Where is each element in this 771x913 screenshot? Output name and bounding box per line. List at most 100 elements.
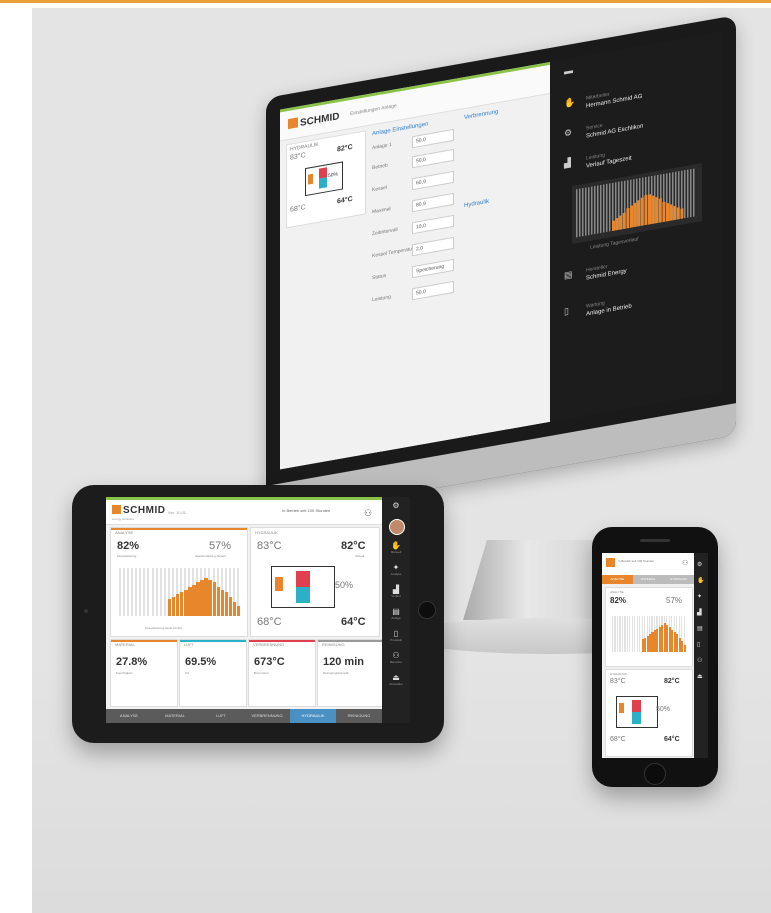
chart-grid-bar	[155, 568, 158, 616]
chart-grid-bar	[582, 188, 584, 237]
chart-grid-bar	[594, 185, 596, 235]
phone-speaker	[640, 539, 670, 542]
chart-grid-bar	[119, 568, 122, 616]
desktop-monitor: SCHMID Einstellungen Anlage HYDRAULIK 83…	[266, 15, 736, 519]
chart-bar	[192, 584, 196, 616]
avatar[interactable]	[389, 519, 405, 535]
document-icon: ▯	[393, 629, 399, 638]
info-icon: ▤	[564, 268, 573, 281]
chart-bar	[171, 596, 176, 616]
field-input[interactable]: 2,0	[412, 236, 454, 257]
kpi-card[interactable]: LUFT 69.5% O2	[179, 639, 247, 707]
user-menu-icon[interactable]: ⚇	[364, 508, 372, 519]
user-menu-icon[interactable]: ⚇	[682, 559, 688, 567]
tab-analyse[interactable]: ANALYSE	[602, 575, 633, 584]
field-input[interactable]: Speicherung	[412, 258, 454, 279]
version-label: Ver. 10.01	[168, 510, 187, 515]
tablet-home-button[interactable]	[418, 601, 436, 619]
field-input[interactable]: 10,0	[412, 214, 454, 235]
breadcrumb[interactable]: Einstellungen Anlage	[350, 103, 397, 117]
tab-analyse[interactable]: ANALYSE	[106, 709, 152, 723]
tab-material[interactable]: MATERIAL	[633, 575, 664, 584]
analyse-card[interactable]: ANALYSE 82% 57%	[605, 587, 693, 667]
card-title: HYDRAULIK	[255, 530, 278, 535]
field-label: Anlage 1	[372, 141, 392, 152]
field-label: Status	[372, 272, 387, 282]
chart-bar	[626, 207, 630, 229]
chart-grid-bar	[163, 568, 166, 616]
sidebar-item[interactable]: ▤ Anlage	[382, 607, 410, 620]
chart-grid-bar	[585, 187, 587, 236]
sidebar-item[interactable]: ✋ Manuell	[382, 541, 410, 554]
tab-verbrennung[interactable]: Verbrennung	[464, 109, 498, 121]
sidebar-icon[interactable]: ▟	[697, 609, 702, 616]
chart-grid-bar	[147, 568, 150, 616]
sidebar-item[interactable]: ▟ Verlauf	[382, 585, 410, 598]
sidebar-icon[interactable]: ✦	[697, 593, 702, 600]
field-input[interactable]: 50,0	[412, 280, 454, 301]
storage-diagram	[616, 696, 658, 728]
phone-header: In Betrieb seit 100 Stunden ⚇	[602, 553, 694, 576]
chart-bar	[615, 217, 619, 231]
chart-grid-bar	[636, 616, 638, 652]
sidebar-icon[interactable]: ⚇	[697, 657, 702, 664]
card-title: ANALYSE	[115, 530, 134, 535]
sidebar-icon[interactable]: ⚙	[697, 561, 702, 568]
chart-grid-bar	[579, 188, 581, 237]
logout-icon: ⏏	[392, 673, 400, 682]
field-input[interactable]: 60,9	[412, 170, 454, 191]
field-input[interactable]: 50,0	[412, 148, 454, 169]
tab-hydraulik[interactable]: HYDRAULIK	[663, 575, 694, 584]
chart-bar	[673, 205, 677, 221]
info-icon: ▯	[564, 305, 569, 317]
sidebar-icon[interactable]: ▤	[697, 625, 703, 632]
tab-reinigung[interactable]: REINIGUNG	[336, 709, 382, 723]
field-input[interactable]: 80,9	[412, 192, 454, 213]
chart-grid-bar	[693, 168, 695, 217]
chart-bar	[204, 577, 208, 616]
kpi-card[interactable]: REINIGUNG 120 min Reinigungsintervall	[317, 639, 385, 707]
phone-sidebar: ⚙ ✋ ✦ ▟ ▤ ▯ ⚇ ⏏	[694, 553, 708, 758]
sidebar-item[interactable]: ⏏ Abmelden	[382, 673, 410, 686]
sidebar-icon[interactable]: ▯	[697, 641, 700, 648]
sidebar-item[interactable]: ✦ Analyse	[382, 563, 410, 576]
sidebar-icon[interactable]: ⏏	[697, 673, 703, 680]
analyse-card[interactable]: ANALYSE 82% Kesselleistung 57% Speicherl…	[110, 527, 248, 637]
chart-bar	[236, 606, 241, 616]
hydraulik-widget[interactable]: HYDRAULIK 83°C 82°C 50% 68°C 64°C	[286, 130, 366, 229]
chart-bar	[224, 592, 229, 616]
chart-grid-bar	[639, 616, 641, 652]
sidebar-item[interactable]: ⚇ Benutzer	[382, 651, 410, 664]
chart-bar	[196, 582, 200, 616]
sidebar-item[interactable]: ⚙	[382, 501, 410, 510]
sidebar-icon[interactable]: ✋	[697, 577, 704, 584]
tab-verbrennung[interactable]: VERBRENNUNG	[244, 709, 290, 723]
chart-grid-bar	[603, 184, 605, 233]
user-icon: ⚇	[392, 651, 400, 660]
kpi-card[interactable]: VERBRENNUNG 673°C Brennraum	[248, 639, 316, 707]
chart-bar	[637, 200, 641, 227]
info-icon: ▟	[564, 157, 571, 169]
chart-grid-bar	[127, 568, 130, 616]
tablet-sidebar: ⚙ ✋ Manuell ✦ Analyse ▟ Verlauf ▤ Anlage ▯ Protoko…	[382, 497, 410, 723]
tab-luft[interactable]: LUFT	[198, 709, 244, 723]
hydraulik-card[interactable]: HYDRAULIK 83°C 82°C Vorlauf 50% 68°C 64°…	[250, 527, 380, 637]
sidebar-item[interactable]: ▯ Protokoll	[382, 629, 410, 642]
load-bar-chart	[612, 616, 686, 652]
chart-grid-bar	[131, 568, 134, 616]
chart-grid-bar	[576, 189, 578, 238]
tab-hydraulik[interactable]: Hydraulik	[464, 199, 489, 209]
tab-material[interactable]: MATERIAL	[152, 709, 198, 723]
chart-grid-bar	[624, 616, 626, 652]
kpi-card[interactable]: MATERIAL 27.8% Feuchtigkeit	[110, 639, 178, 707]
chart-grid-bar	[684, 170, 686, 219]
tab-hydraulik[interactable]: HYDRAULIK	[290, 709, 336, 723]
chart-grid-bar	[687, 169, 689, 218]
field-label: Kessel	[372, 184, 388, 194]
chart-icon: ▟	[392, 585, 400, 594]
chart-grid-bar	[123, 568, 126, 616]
field-input[interactable]: 50,0	[412, 128, 454, 149]
desktop-info-sidebar: ▬ ✋ Mitarbeiter Hermann Schmid AG ⚙ Service Sc…	[550, 31, 722, 422]
hydraulik-card[interactable]: HYDRAULIK 83°C 82°C 50% 68°C 64°C	[605, 669, 693, 757]
phone-home-button[interactable]	[644, 763, 666, 785]
